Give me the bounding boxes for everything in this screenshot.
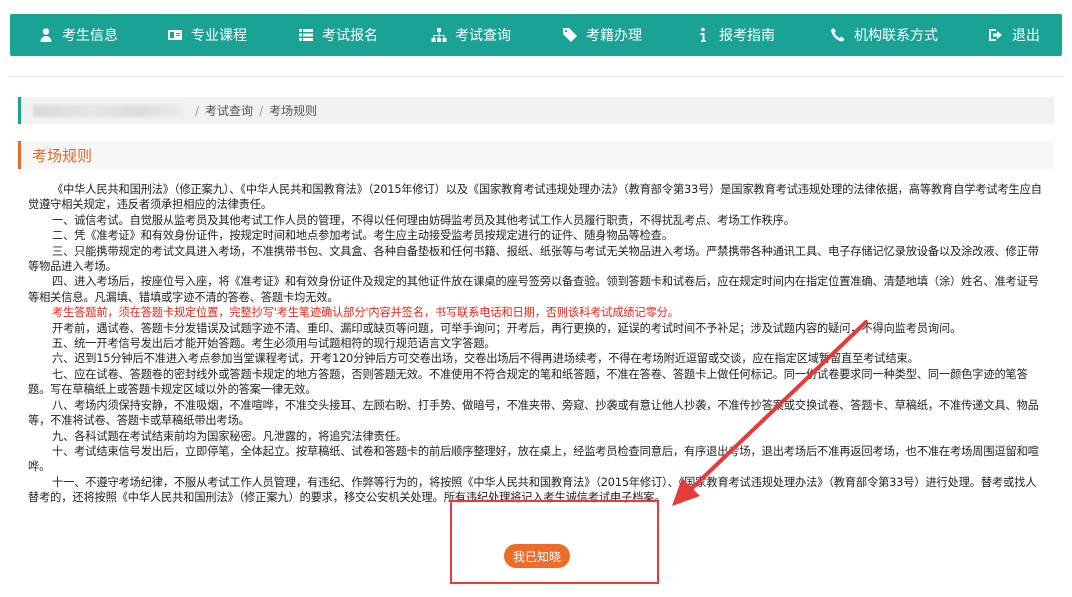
section-header: 考场规则 — [18, 141, 1054, 169]
rule-10: 十、考试结束信号发出后，立即停笔，全体起立。按草稿纸、试卷和答题卡的前后顺序整理… — [28, 444, 1039, 474]
rule-4: 四、进入考场后，按座位号入座，将《准考证》和有效身份证件及规定的其他证件放在课桌… — [28, 275, 1039, 304]
section-title: 考场规则 — [32, 146, 93, 165]
nav-item-courses[interactable]: 专业课程 — [167, 14, 247, 56]
breadcrumb: / 考试查询 / 考场规则 — [18, 97, 1054, 124]
nav-label: 考试报名 — [322, 28, 378, 44]
breadcrumb-item-exam-query[interactable]: 考试查询 — [205, 102, 253, 119]
rules-intro: 《中华人民共和国刑法》（修正案九）、《中华人民共和国教育法》（2015年修订）以… — [28, 183, 1042, 212]
nav-label: 退出 — [1012, 28, 1040, 44]
nav-item-records[interactable]: 考籍办理 — [562, 14, 642, 56]
breadcrumb-item-current: 考场规则 — [269, 104, 318, 118]
nav-item-logout[interactable]: 退出 — [988, 14, 1040, 56]
list-icon — [299, 29, 313, 41]
phone-icon — [831, 28, 845, 42]
sitemap-icon — [431, 28, 447, 42]
top-nav: 考生信息 专业课程 考试报名 考试查询 考籍办理 报考指南 机构联系方式 退出 — [10, 14, 1062, 56]
nav-label: 专业课程 — [191, 28, 247, 44]
nav-item-student-info[interactable]: 考生信息 — [38, 14, 118, 56]
nav-label: 机构联系方式 — [854, 28, 938, 44]
breadcrumb-redacted — [33, 104, 183, 117]
breadcrumb-sep: / — [195, 103, 200, 118]
breadcrumb-sep: / — [259, 103, 264, 118]
rule-6: 六、迟到15分钟后不准进入考点参加当堂课程考试，开考120分钟后方可交卷出场，交… — [52, 352, 919, 366]
rule-7: 七、应在试卷、答题卷的密封线外或答题卡规定的地方答题，否则答题无效。不准使用不符… — [28, 367, 1028, 397]
nav-label: 考生信息 — [62, 28, 118, 44]
nav-label: 报考指南 — [719, 28, 775, 44]
info-icon — [700, 27, 706, 42]
sign-out-icon — [989, 29, 1002, 41]
annotation-highlight-box — [450, 500, 659, 584]
rule-5: 五、统一开考信号发出后才能开始答题。考生必须用与试题相符的现行规范语言文字答题。 — [52, 337, 496, 351]
rule-8: 八、考场内须保持安静，不准吸烟，不准喧哗，不准交头接耳、左顾右盼、打手势、做暗号… — [28, 398, 1039, 428]
nav-item-exam-registration[interactable]: 考试报名 — [298, 14, 378, 56]
user-icon — [40, 28, 52, 42]
nav-item-guide[interactable]: 报考指南 — [695, 14, 775, 56]
rule-4b: 开考前，遇试卷、答题卡分发错误及试题字迹不清、重印、漏印或缺页等问题，可举手询问… — [52, 321, 962, 335]
nav-label: 考籍办理 — [586, 28, 642, 44]
rule-2: 二、凭《准考证》和有效身份证件，按规定时间和地点参加考试。考生应主动接受监考员按… — [52, 229, 673, 243]
rule-3: 三、只能携带规定的考试文具进入考场，不准携带书包、文具盒、各种自备垫板和任何书籍… — [28, 244, 1039, 274]
rules-content: 《中华人民共和国刑法》（修正案九）、《中华人民共和国教育法》（2015年修订）以… — [28, 182, 1046, 506]
nav-item-exam-query[interactable]: 考试查询 — [431, 14, 511, 56]
rule-9: 九、各科试题在考试结束前均为国家秘密。凡泄露的，将追究法律责任。 — [52, 429, 407, 443]
id-card-icon — [168, 30, 182, 40]
nav-label: 考试查询 — [455, 28, 511, 44]
nav-item-contacts[interactable]: 机构联系方式 — [830, 14, 938, 56]
rule-1: 一、诚信考试。自觉服从监考员及其他考试工作人员的管理，不得以任何理由妨碍监考员及… — [52, 213, 795, 227]
tag-icon — [563, 28, 577, 42]
rule-warning: 考生答题前，须在答题卡规定位置，完整抄写'考生笔迹确认部分'内容并签名，书写联系… — [52, 306, 679, 320]
